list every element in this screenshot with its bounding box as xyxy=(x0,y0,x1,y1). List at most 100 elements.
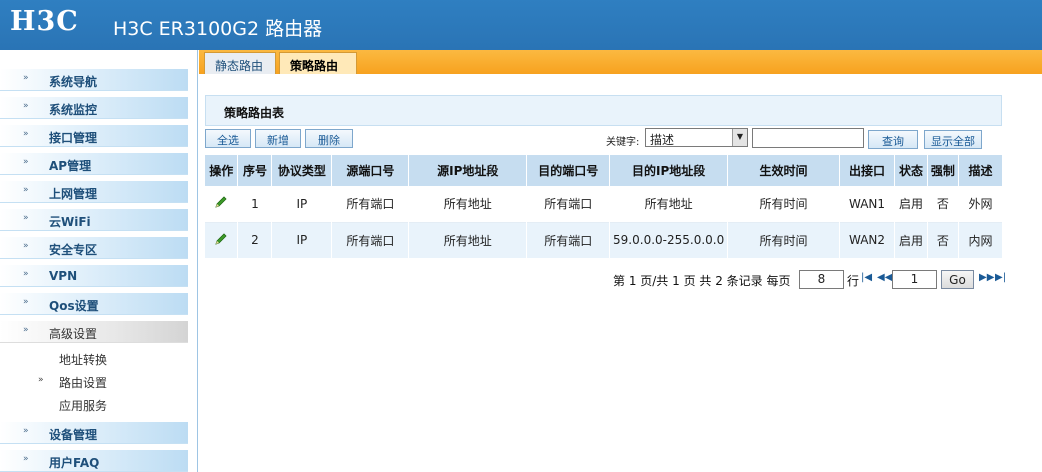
sidebar-item-label: 云WiFi xyxy=(49,215,91,229)
first-page-icon[interactable]: |◀ xyxy=(861,272,872,283)
tab-policy-route[interactable]: 策略路由 xyxy=(279,52,357,74)
column-header: 操作 xyxy=(205,155,239,186)
double-chevron-icon: » xyxy=(23,157,29,167)
keyword-select-value: 描述 xyxy=(650,133,675,147)
sidebar-item-cloud-wifi[interactable]: » 云WiFi xyxy=(0,209,188,231)
sidebar-item-label: VPN xyxy=(49,269,78,283)
sidebar-item-vpn[interactable]: » VPN xyxy=(0,265,188,287)
brand-logo: H3C xyxy=(10,6,79,37)
cell-src-port: 所有端口 xyxy=(331,222,410,258)
double-chevron-icon: » xyxy=(23,297,29,307)
app-header: H3C H3C ER3100G2 路由器 xyxy=(0,0,1042,50)
pager-summary: 第 1 页/共 1 页 共 2 条记录 每页 xyxy=(613,274,791,288)
double-chevron-icon: » xyxy=(23,269,29,279)
double-chevron-down-icon: » xyxy=(23,325,29,335)
column-header: 生效时间 xyxy=(727,155,841,186)
keyword-select[interactable]: 描述 ▼ xyxy=(645,128,748,147)
table-row: 2 IP 所有端口 所有地址 所有端口 59.0.0.0-255.0.0.0 所… xyxy=(205,222,1004,258)
cell-force: 否 xyxy=(927,222,959,258)
column-header: 目的端口号 xyxy=(526,155,611,186)
tab-static-route[interactable]: 静态路由 xyxy=(204,52,276,74)
pencil-icon[interactable] xyxy=(214,232,228,249)
double-chevron-icon: » xyxy=(23,101,29,111)
cell-time: 所有时间 xyxy=(727,222,841,258)
add-button[interactable]: 新增 xyxy=(255,129,301,148)
last-page-icon[interactable]: ▶| xyxy=(995,272,1006,283)
column-header: 强制 xyxy=(927,155,959,186)
table-title-panel: 策略路由表 xyxy=(205,95,1002,126)
sidebar-item-ap[interactable]: » AP管理 xyxy=(0,153,188,175)
search-input[interactable] xyxy=(752,128,864,148)
cell-dst-port: 所有端口 xyxy=(526,222,611,258)
column-header: 状态 xyxy=(894,155,928,186)
cell-status: 启用 xyxy=(894,222,928,258)
double-chevron-icon: » xyxy=(23,426,29,436)
sidebar-item-interface[interactable]: » 接口管理 xyxy=(0,125,188,147)
sidebar-item-label: 高级设置 xyxy=(49,327,98,341)
cell-iface: WAN2 xyxy=(839,222,895,258)
cell-dst-ip: 所有地址 xyxy=(609,186,729,222)
cell-desc: 内网 xyxy=(958,222,1004,258)
column-header: 目的IP地址段 xyxy=(609,155,729,186)
double-chevron-icon: » xyxy=(23,241,29,251)
chevron-down-icon: ▼ xyxy=(732,129,747,146)
column-header: 描述 xyxy=(958,155,1004,186)
sidebar-item-label: 接口管理 xyxy=(49,131,98,145)
keyword-label: 关键字: xyxy=(606,137,640,148)
sidebar-item-qos[interactable]: » Qos设置 xyxy=(0,293,188,315)
pencil-icon[interactable] xyxy=(214,195,228,212)
cell-dst-port: 所有端口 xyxy=(526,186,611,222)
edit-cell xyxy=(205,186,239,222)
sidebar-item-advanced[interactable]: » 高级设置 xyxy=(0,321,188,343)
per-page-input[interactable]: 8 xyxy=(799,270,844,289)
column-header: 协议类型 xyxy=(271,155,333,186)
show-all-button[interactable]: 显示全部 xyxy=(924,130,982,149)
column-header: 出接口 xyxy=(839,155,895,186)
submenu-item-nat[interactable]: 地址转换 xyxy=(0,347,197,370)
submenu-item-label: 应用服务 xyxy=(59,399,108,413)
sidebar-item-label: 设备管理 xyxy=(49,428,98,442)
cell-src-ip: 所有地址 xyxy=(408,186,528,222)
prev-page-icon[interactable]: ◀◀ xyxy=(877,272,892,283)
table-row: 1 IP 所有端口 所有地址 所有端口 所有地址 所有时间 WAN1 启用 否 … xyxy=(205,186,1004,222)
table-header-row: 操作 序号 协议类型 源端口号 源IP地址段 目的端口号 目的IP地址段 生效时… xyxy=(205,155,1004,186)
product-title: H3C ER3100G2 路由器 xyxy=(113,18,323,40)
double-chevron-icon: » xyxy=(23,185,29,195)
cell-force: 否 xyxy=(927,186,959,222)
cell-dst-ip: 59.0.0.0-255.0.0.0 xyxy=(609,222,729,258)
sidebar-item-system-nav[interactable]: » 系统导航 xyxy=(0,69,188,91)
cell-time: 所有时间 xyxy=(727,186,841,222)
cell-src-ip: 所有地址 xyxy=(408,222,528,258)
delete-button[interactable]: 删除 xyxy=(305,129,353,148)
double-chevron-icon: » xyxy=(23,73,29,83)
submenu-item-label: 地址转换 xyxy=(59,353,108,367)
sidebar-item-faq[interactable]: » 用户FAQ xyxy=(0,450,188,472)
submenu-item-routing[interactable]: » 路由设置 xyxy=(0,370,197,393)
sidebar-item-label: 系统导航 xyxy=(49,75,98,89)
sidebar-item-internet[interactable]: » 上网管理 xyxy=(0,181,188,203)
cell-protocol: IP xyxy=(271,222,333,258)
sidebar-item-label: 上网管理 xyxy=(49,187,98,201)
select-all-button[interactable]: 全选 xyxy=(205,129,251,148)
sidebar-item-device[interactable]: » 设备管理 xyxy=(0,422,188,444)
tab-bar: 静态路由 策略路由 xyxy=(199,50,1042,74)
next-page-icon[interactable]: ▶▶ xyxy=(979,272,994,283)
policy-route-table: 操作 序号 协议类型 源端口号 源IP地址段 目的端口号 目的IP地址段 生效时… xyxy=(205,155,1004,258)
sidebar-item-system-monitor[interactable]: » 系统监控 xyxy=(0,97,188,119)
double-chevron-icon: » xyxy=(23,213,29,223)
sidebar-item-security[interactable]: » 安全专区 xyxy=(0,237,188,259)
sidebar-item-label: AP管理 xyxy=(49,159,92,173)
cell-iface: WAN1 xyxy=(839,186,895,222)
cell-desc: 外网 xyxy=(958,186,1004,222)
submenu-item-app-service[interactable]: 应用服务 xyxy=(0,393,197,416)
submenu-item-label: 路由设置 xyxy=(59,376,108,390)
go-button[interactable]: Go xyxy=(941,270,974,289)
column-header: 源端口号 xyxy=(331,155,410,186)
cell-seq: 2 xyxy=(237,222,273,258)
edit-cell xyxy=(205,222,239,258)
query-button[interactable]: 查询 xyxy=(868,130,918,149)
sidebar-item-label: 用户FAQ xyxy=(49,456,100,470)
page-input[interactable]: 1 xyxy=(892,270,937,289)
sidebar-item-label: 安全专区 xyxy=(49,243,98,257)
column-header: 源IP地址段 xyxy=(408,155,528,186)
